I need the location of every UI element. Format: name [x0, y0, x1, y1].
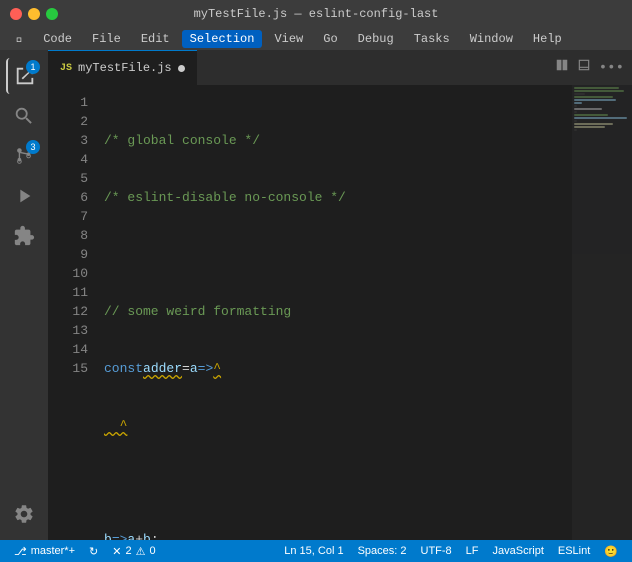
menu-file[interactable]: File: [84, 30, 129, 48]
code-editor[interactable]: 1 2 3 4 5 6 7 8 9 10 11 12 13 14 15 /* g…: [48, 85, 632, 540]
menu-view[interactable]: View: [266, 30, 311, 48]
encoding-label: UTF-8: [421, 545, 452, 557]
activity-extensions[interactable]: [6, 218, 42, 254]
status-smiley[interactable]: 🙂: [598, 540, 624, 562]
line-ending-label: LF: [466, 545, 479, 557]
minimap-content: [572, 85, 632, 134]
activity-bar: 1 3: [0, 50, 48, 540]
tab-filename: myTestFile.js: [78, 61, 172, 75]
maximize-button[interactable]: [46, 8, 58, 20]
activity-settings[interactable]: [6, 496, 42, 532]
tab-modified-dot: [178, 65, 185, 72]
code-line-7: [104, 473, 628, 492]
tab-bar: JS myTestFile.js •••: [48, 50, 632, 85]
close-button[interactable]: [10, 8, 22, 20]
warning-icon: ⚠: [136, 545, 146, 558]
status-errors[interactable]: ✕ 2 ⚠ 0: [106, 540, 161, 562]
tab-bar-actions: •••: [555, 50, 632, 85]
status-language[interactable]: JavaScript: [487, 540, 550, 562]
code-line-6: ^: [104, 416, 628, 435]
warning-count: 0: [149, 545, 155, 557]
status-branch[interactable]: ⎇ master*+: [8, 540, 81, 562]
status-encoding[interactable]: UTF-8: [415, 540, 458, 562]
titlebar: myTestFile.js — eslint-config-last: [0, 0, 632, 28]
menu-apple[interactable]: : [8, 30, 31, 48]
branch-name: master*+: [31, 545, 75, 557]
status-linter[interactable]: ESLint: [552, 540, 596, 562]
scm-badge: 3: [26, 140, 40, 154]
menu-edit[interactable]: Edit: [133, 30, 178, 48]
cursor-position: Ln 15, Col 1: [284, 545, 343, 557]
menu-go[interactable]: Go: [315, 30, 345, 48]
activity-explorer[interactable]: 1: [6, 58, 42, 94]
status-position[interactable]: Ln 15, Col 1: [278, 540, 349, 562]
activity-search[interactable]: [6, 98, 42, 134]
window-title: myTestFile.js — eslint-config-last: [194, 7, 439, 21]
error-icon: ✕: [112, 545, 121, 558]
menu-code[interactable]: Code: [35, 30, 80, 48]
editor-tab-mytestfile[interactable]: JS myTestFile.js: [48, 50, 197, 85]
js-file-icon: JS: [60, 63, 72, 74]
code-line-4: // some weird formatting: [104, 302, 628, 321]
line-numbers: 1 2 3 4 5 6 7 8 9 10 11 12 13 14 15: [48, 85, 100, 540]
code-line-1: /* global console */: [104, 131, 628, 150]
window-controls: [10, 8, 58, 20]
status-line-ending[interactable]: LF: [460, 540, 485, 562]
code-line-8: b => a + b;: [104, 530, 628, 540]
activity-run[interactable]: [6, 178, 42, 214]
smiley-icon: 🙂: [604, 545, 618, 558]
activity-source-control[interactable]: 3: [6, 138, 42, 174]
menu-window[interactable]: Window: [462, 30, 521, 48]
explorer-badge: 1: [26, 60, 40, 74]
linter-label: ESLint: [558, 545, 590, 557]
code-line-5: const adder = a => ^: [104, 359, 628, 378]
menubar:  Code File Edit Selection View Go Debug…: [0, 28, 632, 50]
minimize-button[interactable]: [28, 8, 40, 20]
language-label: JavaScript: [493, 545, 544, 557]
split-editor-icon[interactable]: [555, 58, 569, 77]
menu-selection[interactable]: Selection: [182, 30, 263, 48]
status-bar: ⎇ master*+ ↻ ✕ 2 ⚠ 0 Ln 15, Col 1 Spaces…: [0, 540, 632, 562]
sync-icon: ↻: [89, 545, 98, 558]
error-count: 2: [125, 545, 131, 557]
menu-tasks[interactable]: Tasks: [406, 30, 458, 48]
status-sync[interactable]: ↻: [83, 540, 104, 562]
code-content[interactable]: /* global console */ /* eslint-disable n…: [100, 85, 632, 540]
menu-debug[interactable]: Debug: [350, 30, 402, 48]
status-spaces[interactable]: Spaces: 2: [352, 540, 413, 562]
code-line-3: [104, 245, 628, 264]
minimap[interactable]: [572, 85, 632, 540]
menu-help[interactable]: Help: [525, 30, 570, 48]
main-layout: 1 3 JS myTestFile.js: [0, 50, 632, 540]
spaces-label: Spaces: 2: [358, 545, 407, 557]
code-line-2: /* eslint-disable no-console */: [104, 188, 628, 207]
more-actions-icon[interactable]: •••: [599, 60, 624, 76]
editor-area: JS myTestFile.js ••• 1 2 3 4 5: [48, 50, 632, 540]
branch-icon: ⎇: [14, 545, 27, 558]
toggle-panel-icon[interactable]: [577, 58, 591, 77]
